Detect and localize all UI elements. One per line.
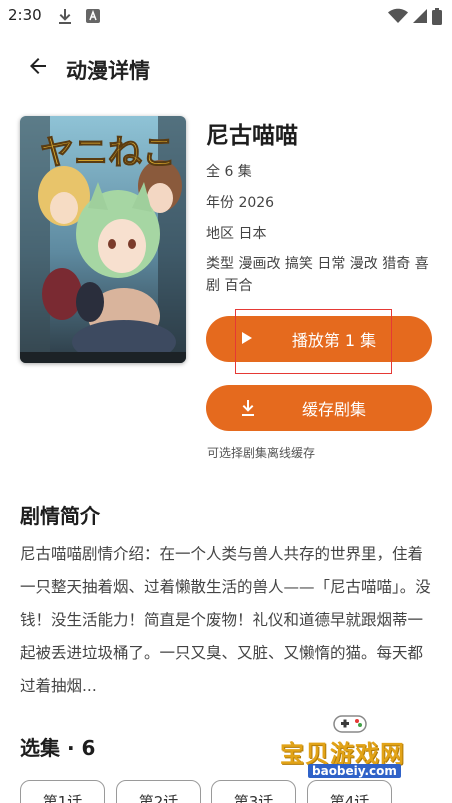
episode-chip[interactable]: 第3话 [211,780,296,803]
arrow-left-icon [26,54,50,82]
font-app-icon [86,8,100,28]
episode-count: 全 6 集 [206,164,252,180]
episode-chip[interactable]: 第1话 [20,780,105,803]
anime-title: 尼古喵喵 [206,123,298,149]
episode-chip[interactable]: 第2话 [116,780,201,803]
episode-list: 第1话 第2话 第3话 第4话 [20,780,452,803]
anime-info: 尼古喵喵 全 6 集 年份 2026 地区 日本 类型 漫画改 搞笑 日常 漫改… [206,116,436,297]
signal-icon [412,8,428,28]
back-button[interactable] [18,54,58,82]
download-icon [58,8,72,28]
battery-icon [432,8,442,29]
year-label: 年份 2026 [206,195,275,211]
cache-hint: 可选择剧集离线缓存 [207,446,316,460]
episodes-title: 选集 · 6 [20,736,96,760]
page-title: 动漫详情 [66,59,150,83]
wifi-icon [388,8,408,28]
play-episode-button[interactable]: 播放第 1 集 [206,316,432,362]
synopsis-text: 尼古喵喵剧情介绍：在一个人类与兽人共存的世界里，住着一只整天抽着烟、过着懒散生活… [20,545,431,695]
genre-tags: 类型 漫画改 搞笑 日常 漫改 猎奇 喜剧 百合 [206,256,429,294]
play-label: 播放第 1 集 [291,331,377,350]
cache-label: 缓存剧集 [301,400,366,419]
region-label: 地区 日本 [206,226,267,242]
episode-chip[interactable]: 第4话 [307,780,392,803]
anime-poster: ヤニねこ [20,116,186,363]
synopsis-title: 剧情简介 [20,504,100,528]
cache-episodes-button[interactable]: 缓存剧集 [206,385,432,431]
watermark: 宝贝游戏网 baobeiy.com [278,712,428,782]
status-bar: 2:30 [0,0,452,34]
watermark-url: baobeiy.com [308,764,401,778]
poster-logo-text: ヤニねこ [40,133,176,173]
top-app-bar: 动漫详情 [0,44,452,92]
status-time: 2:30 [8,6,42,24]
